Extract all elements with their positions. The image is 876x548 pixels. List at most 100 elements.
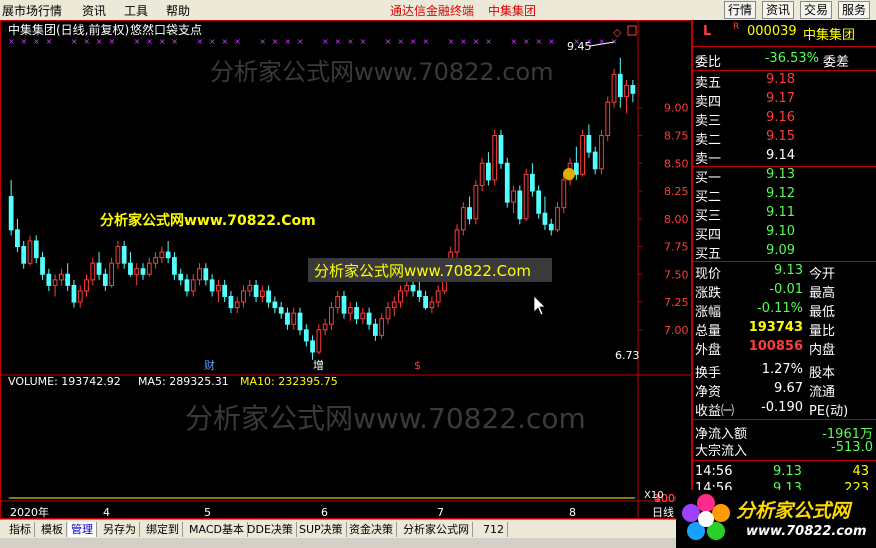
candle-body: [40, 257, 45, 275]
window-restore-icon[interactable]: [627, 25, 637, 36]
candle-body: [234, 301, 240, 309]
bid-row[interactable]: 买二 9.12: [693, 186, 876, 205]
weibi-value: -36.53%: [764, 51, 819, 66]
tab-sup[interactable]: SUP决策: [296, 522, 347, 537]
window-stock-name: 中集集团: [488, 4, 537, 18]
tab-dde[interactable]: DDE决策: [244, 522, 297, 537]
signal-mark: ×: [196, 37, 203, 46]
bid-row[interactable]: 买一 9.13: [693, 167, 876, 186]
menu-tools[interactable]: 工具: [124, 2, 148, 19]
level-label: 买四: [695, 228, 722, 243]
quote-value: -0.190: [761, 400, 803, 415]
quote-label: 外盘: [695, 343, 722, 358]
signal-mark: ×: [322, 37, 329, 46]
candle-body: [467, 207, 472, 220]
candle-body: [586, 134, 592, 153]
event-marker-issue[interactable]: 增: [313, 358, 324, 372]
tab-template[interactable]: 模板: [38, 522, 67, 537]
quote-button[interactable]: 行情: [724, 1, 757, 19]
ask-row[interactable]: 卖五 9.18: [693, 72, 876, 91]
quote-label: 收益㈠: [695, 404, 735, 419]
candle-body: [561, 179, 567, 209]
level-label: 买一: [695, 171, 722, 186]
low-price-label: 6.73: [615, 349, 640, 362]
menu-help[interactable]: 帮助: [166, 2, 190, 19]
candle-body: [121, 246, 127, 264]
quote-label-right: 量比: [809, 324, 836, 339]
candle-body: [297, 312, 303, 331]
candle-body: [385, 307, 391, 320]
event-marker-dividend[interactable]: $: [414, 359, 421, 372]
signal-mark: ×: [159, 37, 166, 46]
tab-formula-site[interactable]: 分析家公式网: [400, 522, 473, 537]
kline-chart[interactable]: 中集集团(日线,前复权) 悠然口袋支点 × × × × × × × × × × × × × × × × × × × ×…: [0, 20, 692, 519]
event-marker-finance[interactable]: 财: [204, 358, 215, 372]
site-logo: 分析家公式网 www.70822.com: [676, 490, 876, 548]
tab-bind-to[interactable]: 绑定到: [143, 522, 183, 537]
candle-body: [599, 134, 604, 170]
candle-body: [398, 290, 403, 303]
volume-ma10: MA10: 232395.75: [240, 375, 338, 388]
trade-button[interactable]: 交易: [800, 1, 833, 19]
tab-712[interactable]: 712: [480, 522, 508, 537]
candle-body: [109, 262, 115, 286]
candle-body: [77, 290, 83, 303]
candle-body: [366, 312, 372, 325]
level-label: 买五: [695, 247, 722, 262]
date-axis: 2020年 4 5 6 7 8 日线: [10, 505, 674, 519]
candle-body: [52, 279, 58, 286]
ask-row[interactable]: 卖四 9.17: [693, 91, 876, 110]
quote-value: -0.11%: [757, 301, 803, 316]
x-label-jul: 7: [437, 506, 444, 519]
ask-row[interactable]: 卖三 9.16: [693, 110, 876, 129]
candle-body: [354, 307, 359, 320]
quote-value: -0.01: [769, 282, 803, 297]
quote-label: 涨跌: [695, 286, 722, 301]
level-label: 买二: [695, 190, 722, 205]
bid-row[interactable]: 买四 9.10: [693, 224, 876, 243]
signal-mark: ×: [335, 37, 342, 46]
ask-row[interactable]: 卖二 9.15: [693, 129, 876, 148]
candle-body: [341, 295, 347, 314]
candle-body: [611, 73, 617, 103]
tab-manage[interactable]: 管理: [68, 522, 97, 537]
candle-body: [523, 173, 529, 220]
period-label[interactable]: 日线: [652, 505, 674, 519]
signal-mark: ×: [222, 37, 229, 46]
price-tick-label: 7.25: [664, 296, 689, 309]
signal-mark: ×: [209, 37, 216, 46]
diamond-icon[interactable]: ◇: [613, 26, 622, 39]
candle-body: [203, 268, 209, 281]
signal-mark: ×: [397, 37, 404, 46]
tab-indicator[interactable]: 指标: [6, 522, 35, 537]
tab-macd[interactable]: MACD基本: [186, 522, 248, 537]
ask-row[interactable]: 卖一 9.14: [693, 148, 876, 167]
quote-value: 9.67: [774, 381, 803, 396]
moneybag-icon[interactable]: [563, 168, 575, 180]
bid-row[interactable]: 买五 9.09: [693, 243, 876, 262]
candle-body: [209, 279, 215, 292]
menu-news[interactable]: 资讯: [82, 2, 106, 19]
level-label: 卖五: [695, 76, 722, 91]
signal-mark: ×: [510, 37, 517, 46]
menu-market[interactable]: 展市场行情: [2, 2, 62, 19]
candle-body: [379, 318, 385, 336]
signal-mark: ×: [146, 37, 153, 46]
signal-mark: ×: [234, 37, 241, 46]
indicator-tab-bar: 指标 模板 管理 另存为 绑定到 MACD基本 DDE决策 SUP决策 资金决策…: [0, 519, 692, 539]
candle-body: [630, 85, 636, 94]
candle-body: [46, 273, 52, 286]
level-price: 9.11: [766, 205, 795, 220]
news-button[interactable]: 资讯: [762, 1, 795, 19]
signal-mark: ×: [272, 37, 279, 46]
bid-row[interactable]: 买三 9.11: [693, 205, 876, 224]
signal-mark: ×: [360, 37, 367, 46]
service-button[interactable]: 服务: [838, 1, 871, 19]
price-tick-label: 8.75: [664, 129, 689, 142]
candle-body: [272, 301, 278, 309]
tab-fund[interactable]: 资金决策: [346, 522, 397, 537]
tab-save-as[interactable]: 另存为: [100, 522, 140, 537]
quote-value: 1.27%: [761, 362, 803, 377]
candle-body: [529, 173, 535, 192]
indicator-name: 悠然口袋支点: [130, 22, 202, 37]
